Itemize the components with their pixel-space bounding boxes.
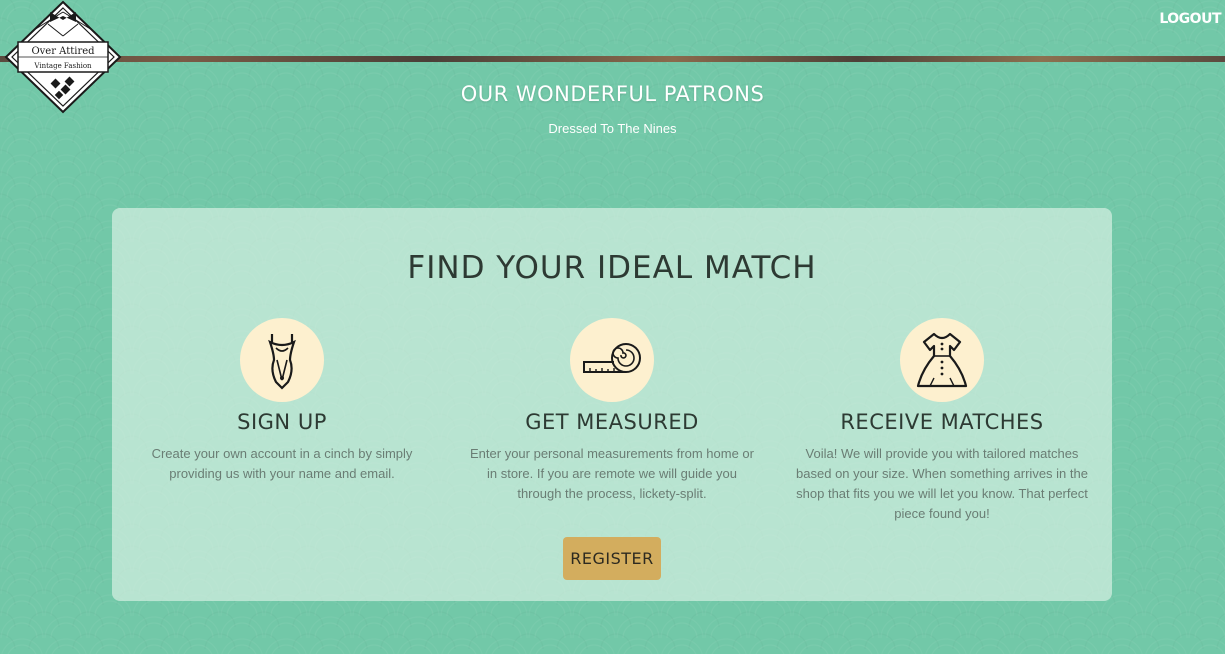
hero-title: OUR WONDERFUL PATRONS	[460, 82, 765, 106]
measuring-tape-icon	[570, 318, 654, 402]
top-bar: LOGOUT	[0, 0, 1225, 56]
step-title: RECEIVE MATCHES	[840, 410, 1044, 434]
step-description: Voila! We will provide you with tailored…	[796, 446, 1088, 521]
hero-subtitle: Dressed To The Nines	[548, 121, 677, 136]
header-photo-strip	[0, 56, 1225, 62]
step-description: Enter your personal measurements from ho…	[470, 446, 754, 501]
logo-text-line2: Vintage Fashion	[33, 62, 92, 70]
step-description: Create your own account in a cinch by si…	[151, 446, 413, 481]
step-title: SIGN UP	[237, 410, 327, 434]
card-title: FIND YOUR IDEAL MATCH	[407, 250, 817, 286]
logout-link[interactable]: LOGOUT	[1159, 11, 1221, 27]
how-it-works-card: FIND YOUR IDEAL MATCH SIGN UP Create you…	[112, 208, 1112, 601]
logo-text-line1: Over Attired	[31, 46, 95, 57]
step-sign-up: SIGN UP Create your own account in a cin…	[132, 318, 432, 484]
register-button[interactable]: REGISTER	[563, 537, 661, 580]
step-get-measured: GET MEASURED Enter your personal measure…	[462, 318, 762, 504]
step-receive-matches: RECEIVE MATCHES Voila! We will provide y…	[792, 318, 1092, 524]
dress-icon	[900, 318, 984, 402]
step-title: GET MEASURED	[525, 410, 699, 434]
dress-form-icon	[240, 318, 324, 402]
